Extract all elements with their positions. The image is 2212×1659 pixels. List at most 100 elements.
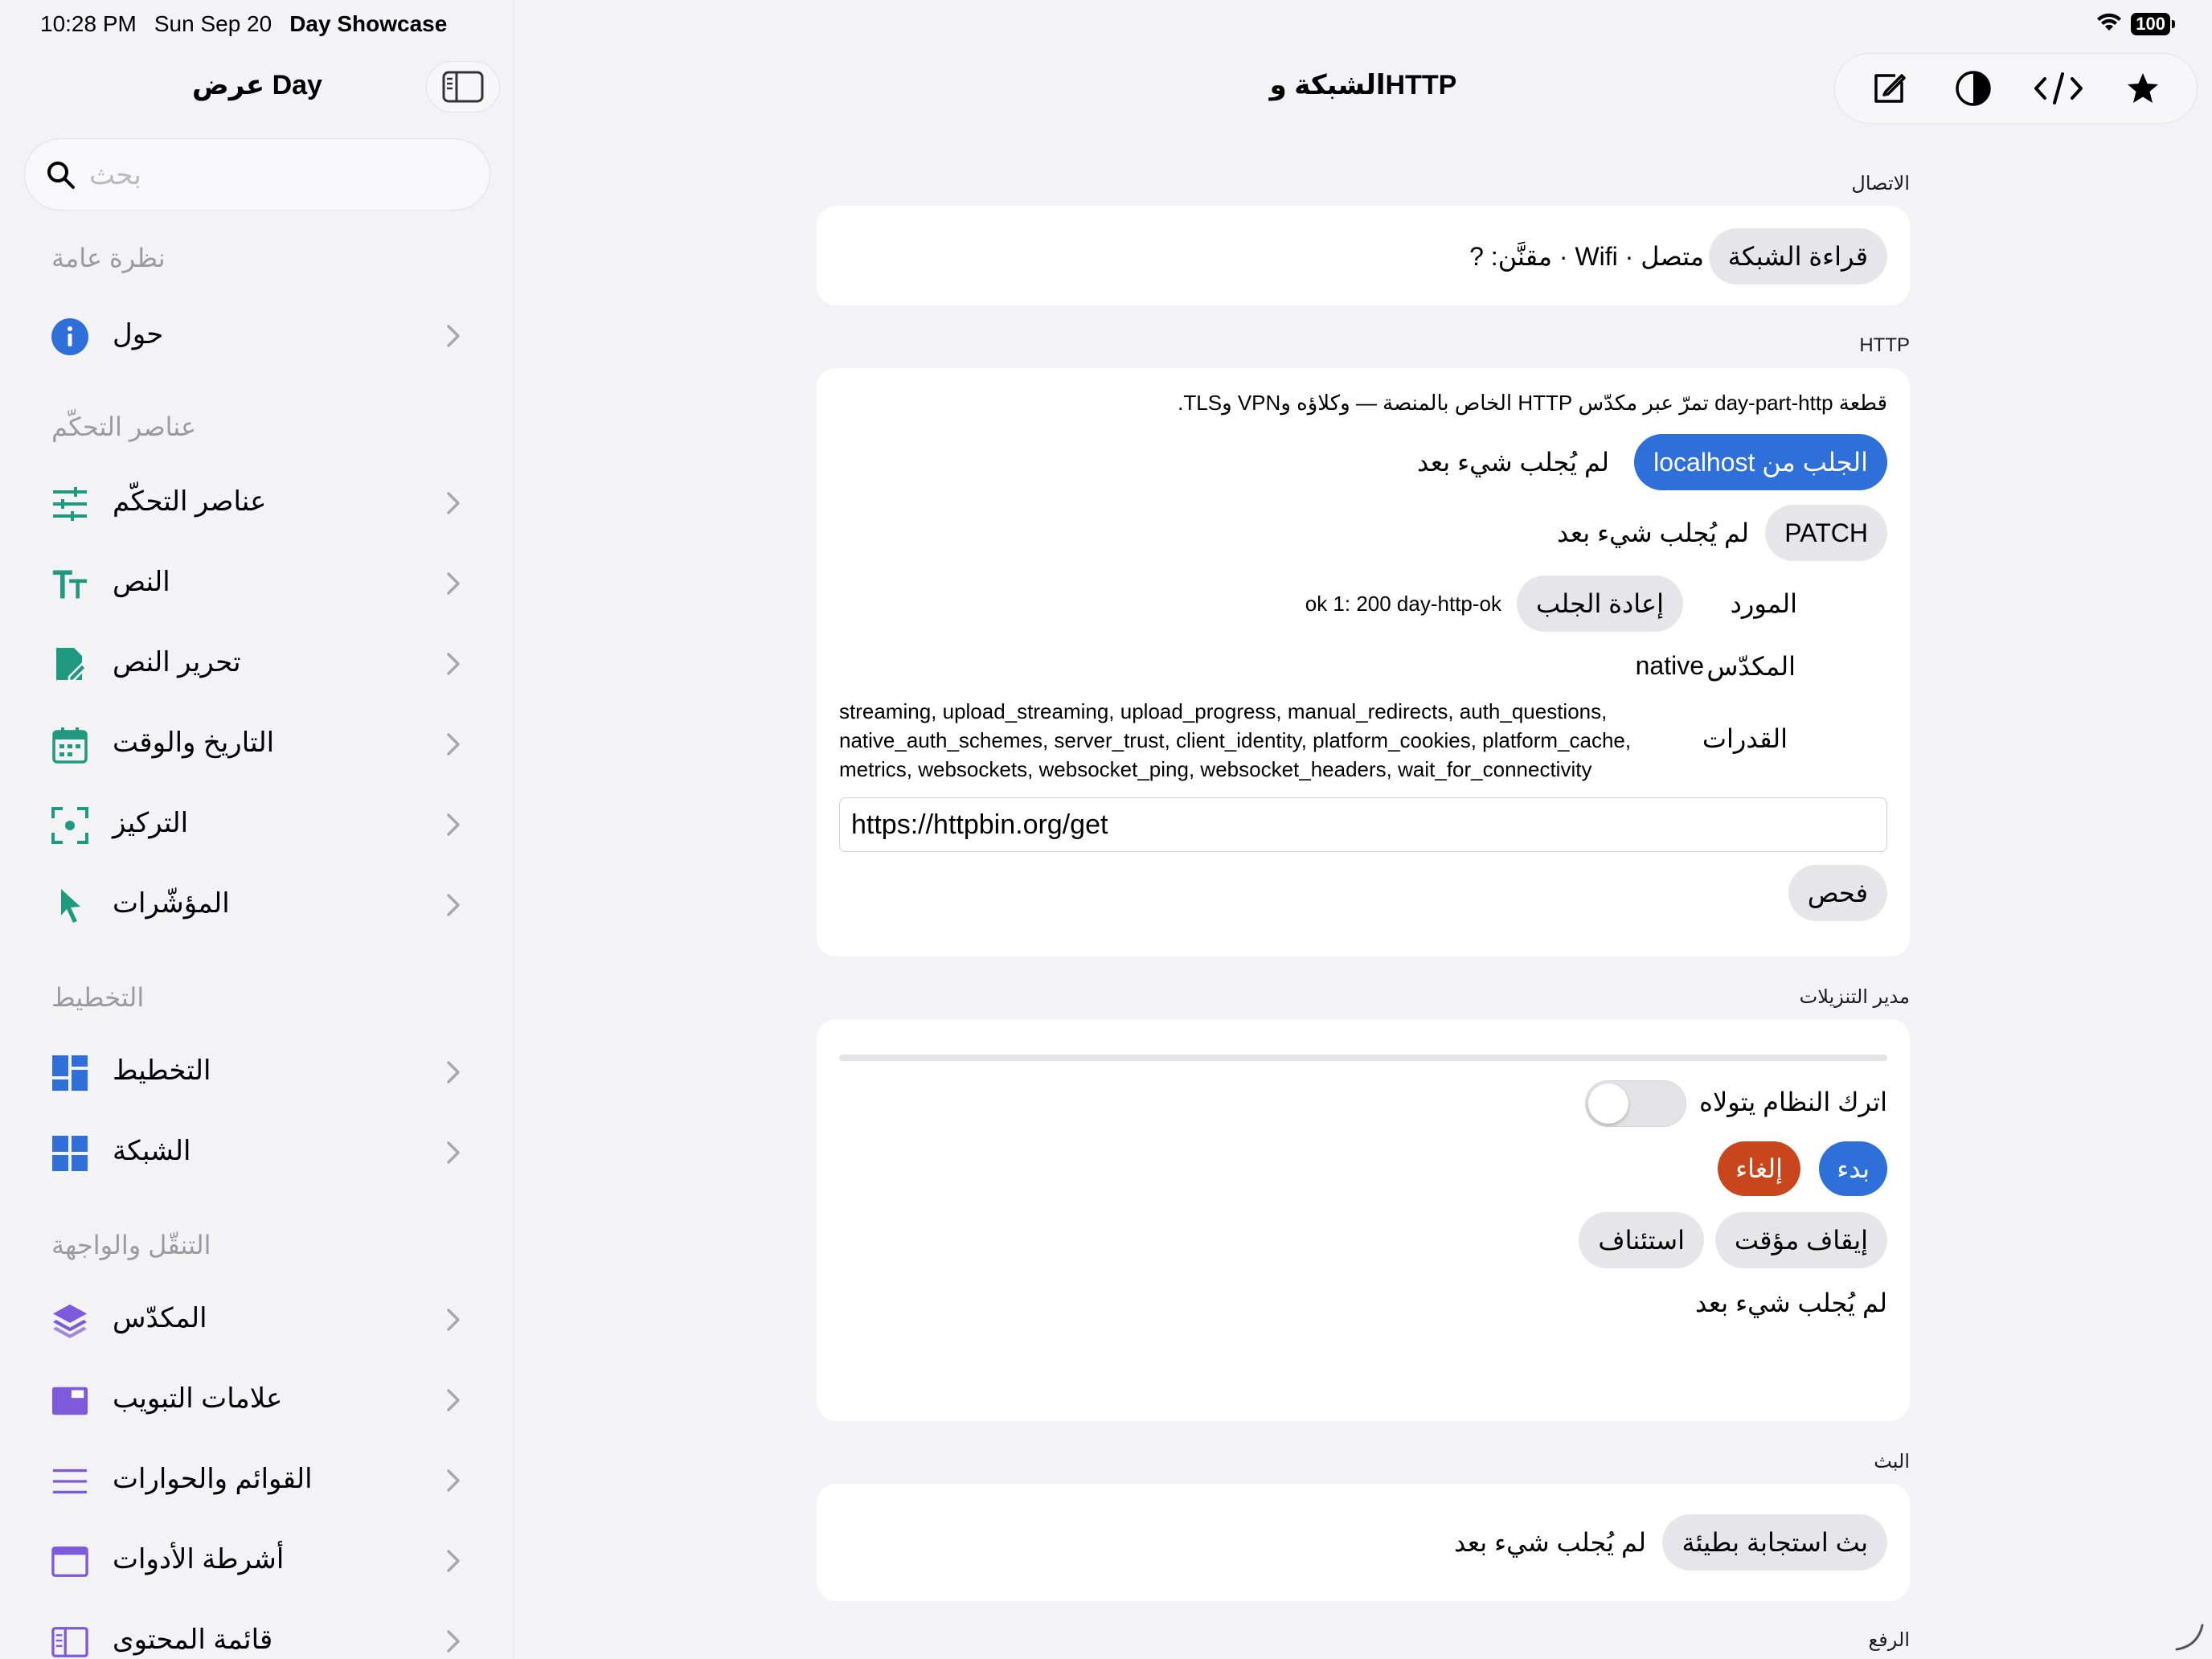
capabilities-line-2: native_auth_schemes, server_trust, clien…	[839, 728, 1632, 752]
download-status-text: لم يُجلب شيء بعد	[1695, 1288, 1887, 1317]
section-header-layout: التخطيط	[51, 983, 145, 1012]
contrast-icon	[1956, 71, 1991, 106]
layout-blocks-icon	[51, 1055, 88, 1092]
sidebar-item-label: التركيز	[113, 808, 189, 838]
list-lines-icon	[51, 1463, 88, 1500]
stack-value: native	[1635, 651, 1704, 680]
section-label-upload: الرفع	[1868, 1629, 1910, 1651]
sidebar-item-label: المكدّس	[113, 1303, 207, 1333]
status-app-name: Day Showcase	[289, 11, 448, 36]
sidebar-item-label: عناصر التحكّم	[113, 486, 267, 517]
code-icon	[2034, 72, 2083, 104]
toolbar	[1834, 53, 2198, 124]
patch-result: لم يُجلب شيء بعد	[1557, 518, 1749, 547]
tabs-icon	[51, 1382, 88, 1419]
compose-icon	[1874, 74, 1906, 103]
sidebar-item-focus[interactable]: التركيز	[24, 791, 490, 858]
sidebar-item-label: قائمة المحتوى	[113, 1624, 273, 1655]
streaming-card: بث استجابة بطيئة لم يُجلب شيء بعد	[817, 1484, 1910, 1601]
section-label-connection: الاتصال	[1851, 173, 1910, 195]
sidebar-item-text-editing[interactable]: تحرير النص	[24, 630, 490, 698]
status-date: Sun Sep 20	[154, 11, 272, 36]
patch-button[interactable]: PATCH	[1765, 505, 1887, 561]
chevron-right-icon	[445, 1548, 461, 1578]
sidebar-item-label: التخطيط	[113, 1055, 211, 1086]
fetch-localhost-result: لم يُجلب شيء بعد	[1417, 448, 1609, 477]
chevron-right-icon	[445, 812, 461, 842]
sidebar-item-text[interactable]: النص	[24, 550, 490, 617]
calendar-icon	[51, 727, 88, 764]
source-code-button[interactable]	[2026, 60, 2091, 117]
search-input[interactable]	[89, 154, 467, 197]
resize-grip-icon[interactable]	[2173, 1620, 2206, 1653]
connection-status-text: متصل · Wifi · مقنَّن: ?	[1469, 242, 1704, 271]
sidebar-item-stack[interactable]: المكدّس	[24, 1286, 490, 1354]
sidebar-item-label: الشبكة	[113, 1136, 191, 1166]
search-field[interactable]	[24, 138, 490, 211]
focus-viewfinder-icon	[51, 807, 88, 844]
chevron-right-icon	[445, 1387, 461, 1417]
grid-icon	[51, 1135, 88, 1172]
chevron-right-icon	[445, 323, 461, 353]
connection-card: قراءة الشبكة متصل · Wifi · مقنَّن: ?	[817, 206, 1910, 305]
sidebar-item-toolbars[interactable]: أشرطة الأدوات	[24, 1527, 490, 1595]
sidebar-item-grid[interactable]: الشبكة	[24, 1119, 490, 1186]
inspect-button[interactable]: فحص	[1788, 865, 1887, 921]
cancel-button[interactable]: إلغاء	[1718, 1141, 1800, 1196]
section-header-overview: نظرة عامة	[51, 244, 166, 272]
let-system-toggle[interactable]	[1585, 1080, 1686, 1127]
downloads-card: اترك النظام يتولاه بدء إلغاء إيقاف مؤقت …	[817, 1019, 1910, 1421]
section-label-http: HTTP	[1859, 334, 1910, 356]
pause-button[interactable]: إيقاف مؤقت	[1714, 1212, 1887, 1268]
battery-tip	[2172, 19, 2175, 28]
fetch-localhost-button[interactable]: الجلب من localhost	[1634, 434, 1887, 490]
favorite-button[interactable]	[2111, 60, 2175, 117]
sidebar-item-label: القوائم والحوارات	[113, 1464, 313, 1494]
sidebar-item-label: التاريخ والوقت	[113, 727, 275, 758]
chevron-right-icon	[445, 490, 461, 520]
compose-button[interactable]	[1857, 60, 1921, 117]
download-progress-bar	[839, 1055, 1887, 1061]
start-button[interactable]: بدء	[1819, 1141, 1887, 1196]
sidebar-item-about[interactable]: حول	[24, 302, 490, 370]
sidebar-item-content-list[interactable]: قائمة المحتوى	[24, 1608, 490, 1659]
sidebar-item-date-time[interactable]: التاريخ والوقت	[24, 711, 490, 778]
section-header-navigation: التنقّل والواجهة	[51, 1231, 211, 1260]
toggle-knob	[1588, 1083, 1628, 1124]
section-label-streaming: البث	[1874, 1451, 1910, 1473]
document-edit-icon	[51, 646, 88, 683]
status-bar: 10:28 PM Sun Sep 20 Day Showcase 100	[0, 0, 2212, 51]
sidebar-item-label: النص	[113, 567, 170, 597]
sliders-icon	[51, 485, 88, 522]
refetch-button[interactable]: إعادة الجلب	[1517, 576, 1683, 632]
resume-button[interactable]: استئناف	[1579, 1212, 1704, 1268]
section-label-downloads: مدير التنزيلات	[1799, 986, 1910, 1008]
chevron-right-icon	[445, 892, 461, 922]
sidebar-item-layout[interactable]: التخطيط	[24, 1038, 490, 1106]
chevron-right-icon	[445, 1140, 461, 1169]
sidebar: عرض Day نظرة عامة حول عناصر التحكّم عناص…	[0, 0, 514, 1659]
sidebar-item-tabs[interactable]: علامات التبويب	[24, 1366, 490, 1434]
battery-icon: 100	[2131, 12, 2170, 35]
read-network-button[interactable]: قراءة الشبكة	[1708, 228, 1887, 285]
pointer-arrow-icon	[51, 887, 88, 924]
chevron-right-icon	[445, 1468, 461, 1497]
sidebar-item-controls[interactable]: عناصر التحكّم	[24, 469, 490, 537]
chevron-right-icon	[445, 731, 461, 761]
sidebar-list-icon	[51, 1624, 88, 1659]
resource-value: ok 1: 200 day-http-ok	[1305, 592, 1501, 616]
stream-slow-response-button[interactable]: بث استجابة بطيئة	[1662, 1514, 1887, 1571]
stack-label: المكدّس	[1706, 652, 1796, 681]
chevron-right-icon	[445, 651, 461, 681]
sidebar-item-label: أشرطة الأدوات	[113, 1544, 285, 1575]
capabilities-line-3: metrics, websockets, websocket_ping, web…	[839, 757, 1592, 781]
http-card: قطعة day-part-http تمرّ عبر مكدّس HTTP ا…	[817, 368, 1910, 956]
let-system-label: اترك النظام يتولاه	[1699, 1088, 1887, 1116]
status-time: 10:28 PM	[40, 11, 137, 36]
sidebar-toggle-button[interactable]	[426, 61, 500, 113]
sidebar-icon	[442, 71, 484, 103]
sidebar-item-pointers[interactable]: المؤشّرات	[24, 871, 490, 939]
url-input[interactable]	[839, 797, 1887, 852]
appearance-button[interactable]	[1941, 60, 2005, 117]
sidebar-item-menus-dialogs[interactable]: القوائم والحوارات	[24, 1447, 490, 1514]
